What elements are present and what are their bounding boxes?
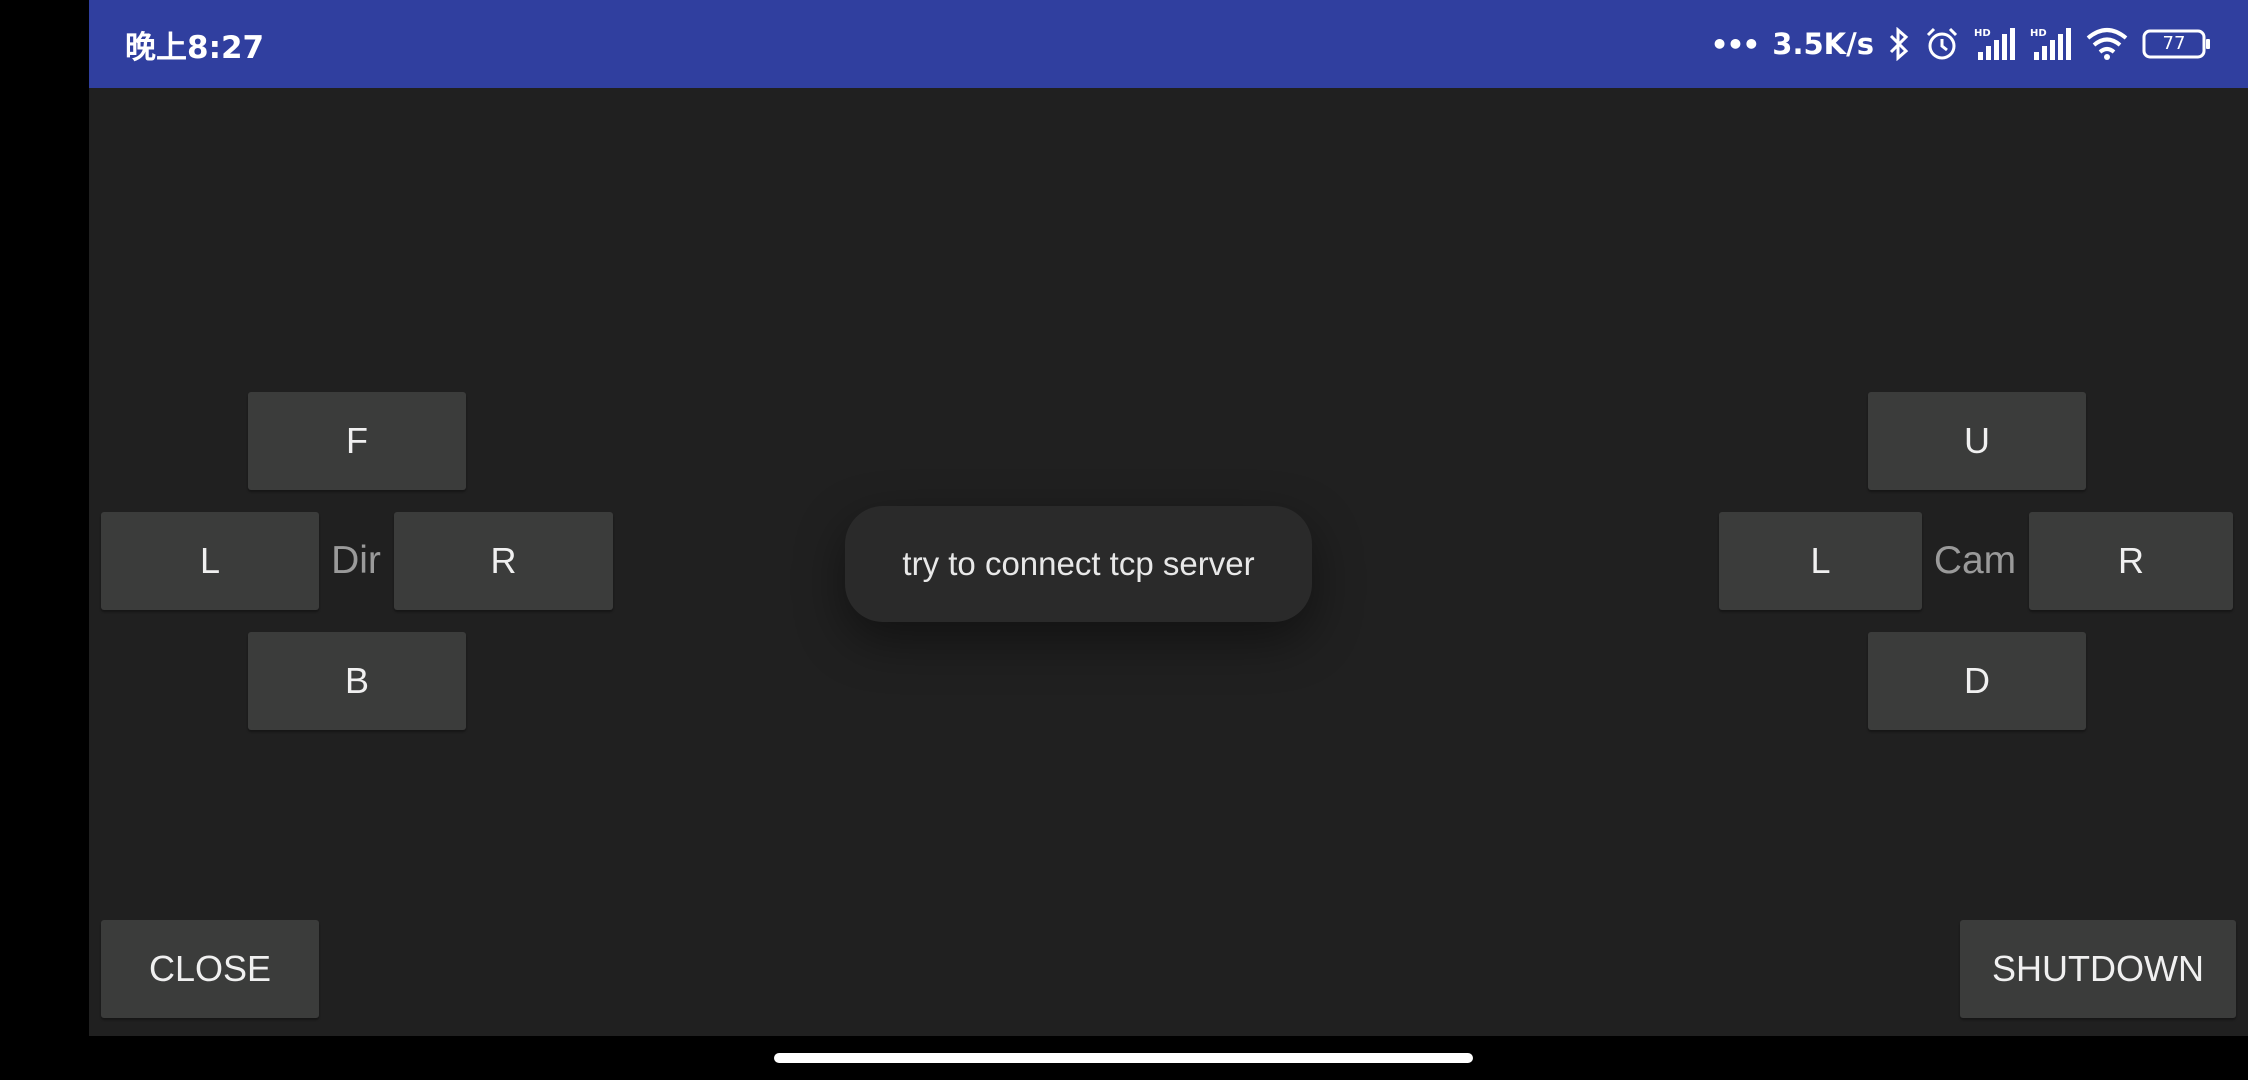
hd-signal-icon: HD bbox=[2030, 26, 2072, 62]
dir-right-button[interactable]: R bbox=[394, 512, 613, 610]
alarm-icon bbox=[1924, 26, 1960, 62]
home-indicator[interactable] bbox=[774, 1053, 1473, 1063]
bluetooth-icon bbox=[1888, 27, 1910, 61]
notification-dots: ••• bbox=[1710, 27, 1761, 61]
close-button[interactable]: CLOSE bbox=[101, 920, 319, 1018]
dir-left-button[interactable]: L bbox=[101, 512, 319, 610]
battery-level: 77 bbox=[2162, 33, 2186, 54]
network-speed: 3.5K/s bbox=[1772, 27, 1874, 61]
dir-label: Dir bbox=[331, 539, 381, 582]
back-button[interactable]: B bbox=[248, 632, 466, 730]
status-icons: ••• 3.5K/s HD HD 77 bbox=[1711, 0, 2212, 88]
wifi-icon bbox=[2086, 27, 2128, 61]
status-time: 晚上8:27 bbox=[125, 30, 265, 66]
cam-up-button[interactable]: U bbox=[1868, 392, 2086, 490]
display-cutout bbox=[0, 0, 89, 1080]
toast-message: try to connect tcp server bbox=[845, 506, 1312, 622]
cam-right-button[interactable]: R bbox=[2029, 512, 2233, 610]
cam-left-button[interactable]: L bbox=[1719, 512, 1922, 610]
forward-button[interactable]: F bbox=[248, 392, 466, 490]
cam-down-button[interactable]: D bbox=[1868, 632, 2086, 730]
cam-label: Cam bbox=[1933, 539, 2017, 582]
hd-signal-icon: HD bbox=[1974, 26, 2016, 62]
status-bar: 晚上8:27 ••• 3.5K/s HD HD 77 bbox=[89, 0, 2248, 88]
svg-text:HD: HD bbox=[2030, 28, 2047, 39]
shutdown-button[interactable]: SHUTDOWN bbox=[1960, 920, 2236, 1018]
svg-text:HD: HD bbox=[1974, 28, 1991, 39]
battery-icon: 77 bbox=[2142, 28, 2212, 60]
